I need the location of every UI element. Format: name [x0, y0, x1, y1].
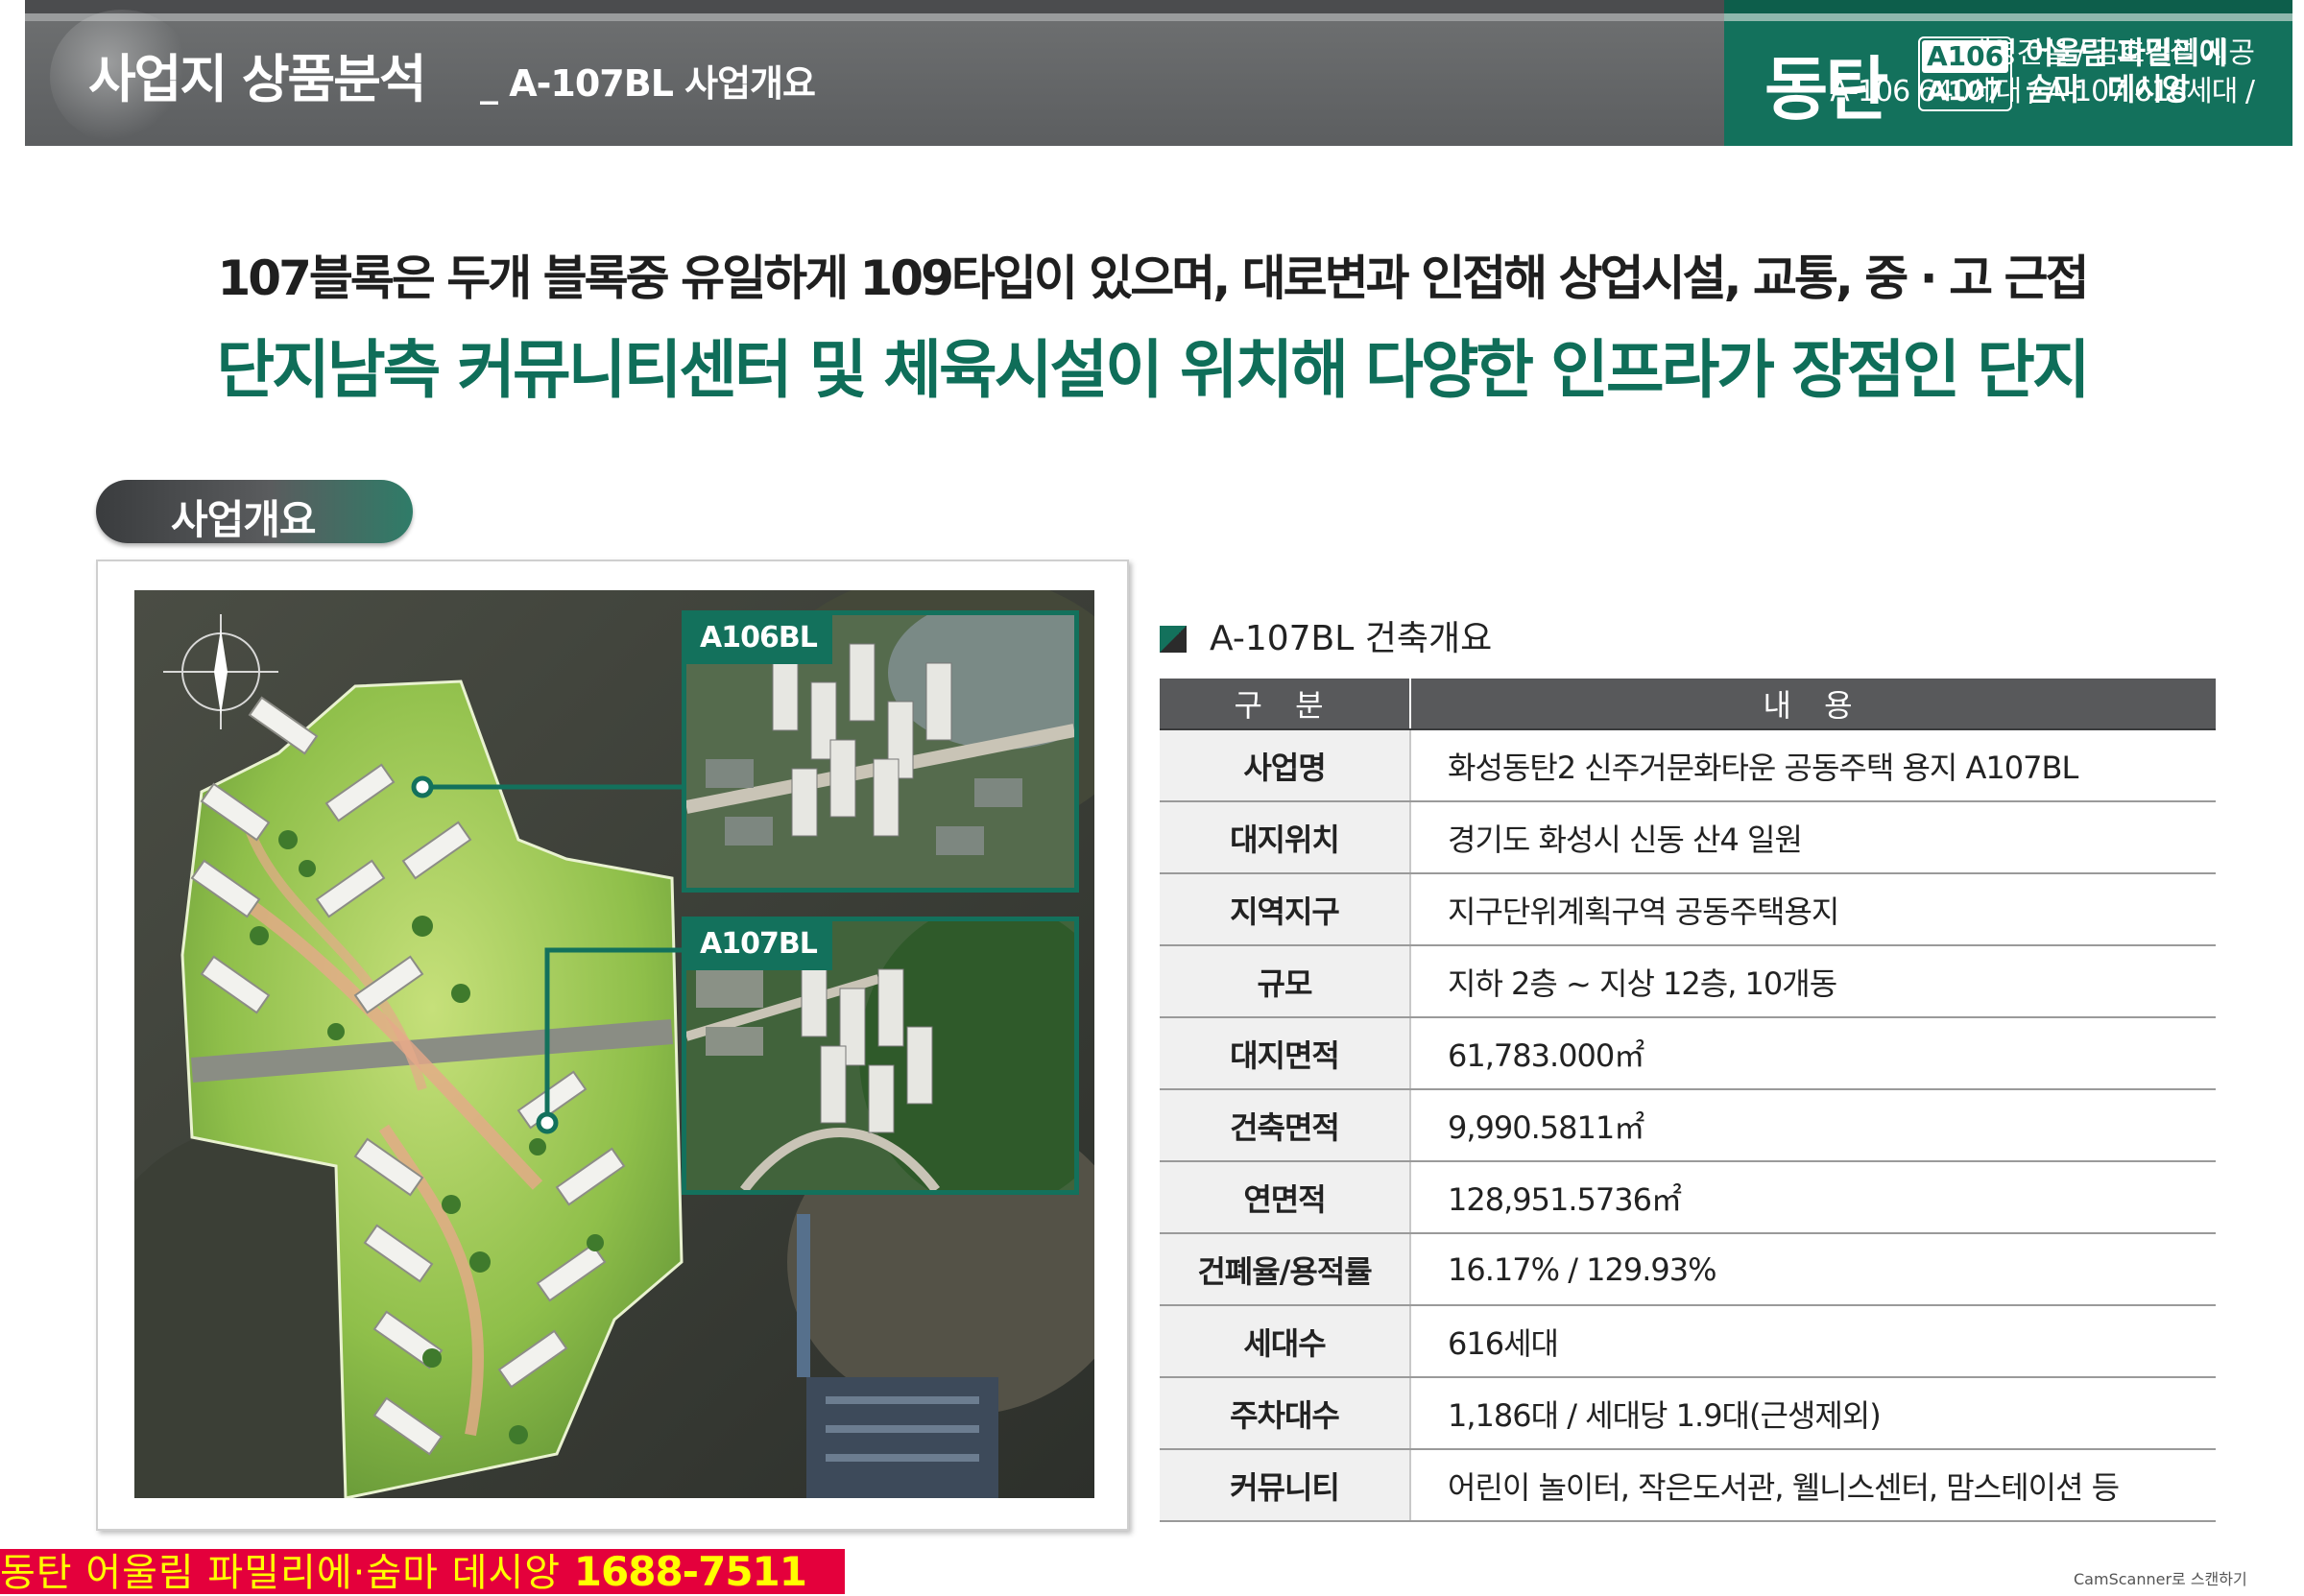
table-row: 규모 지하 2층 ~ 지상 12층, 10개동 [1160, 945, 2216, 1018]
row-value: 경기도 화성시 신동 산4 일원 [1410, 801, 2216, 874]
brand-code-a107: A107 [1926, 75, 2004, 107]
phone-number[interactable]: 1688-7511 [574, 1548, 807, 1595]
spec-table: 구 분 내 용 사업명 화성동탄2 신주거문화타운 공동주택 용지 A107BL … [1160, 679, 2216, 1522]
row-label: 커뮤니티 [1160, 1449, 1411, 1522]
row-value: 128,951.5736㎡ [1410, 1161, 2216, 1234]
inset-a106bl: A106BL [682, 610, 1079, 893]
row-label: 세대수 [1160, 1305, 1411, 1378]
row-value: 61,783.000㎡ [1410, 1017, 2216, 1090]
table-row: 대지면적 61,783.000㎡ [1160, 1017, 2216, 1090]
headline-line-2: 단지남측 커뮤니티센터 및 체육시설이 위치해 다양한 인프라가 장점인 단지 [216, 333, 2090, 407]
row-label: 주차대수 [1160, 1377, 1411, 1450]
banner-text: 동탄 어울림 파밀리에·숨마 데시앙 [0, 1551, 562, 1595]
page-subtitle: _ A-107BL 사업개요 [480, 62, 816, 105]
table-row: 건폐율/용적률 16.17% / 129.93% [1160, 1233, 2216, 1306]
brand-logo-main: 동탄 [1764, 49, 1888, 130]
page-title: 사업지 상품분석 [88, 49, 427, 109]
row-label: 사업명 [1160, 729, 1411, 802]
spec-heading: A-107BL 건축개요 [1160, 610, 1492, 660]
row-label: 건축면적 [1160, 1089, 1411, 1162]
table-row: 세대수 616세대 [1160, 1305, 2216, 1378]
spec-heading-text: A-107BL 건축개요 [1210, 619, 1493, 658]
contact-banner[interactable]: 동탄 어울림 파밀리에·숨마 데시앙 1688-7511 [0, 1548, 845, 1595]
row-value: 어린이 놀이터, 작은도서관, 웰니스센터, 맘스테이션 등 [1410, 1449, 2216, 1522]
brand-name: 어울림 파밀리에 숨마 데시앙 [2026, 35, 2227, 107]
row-label: 건폐율/용적률 [1160, 1233, 1411, 1306]
row-value: 화성동탄2 신주거문화타운 공동주택 용지 A107BL [1410, 729, 2216, 802]
inset-a107bl-label: A107BL [686, 921, 832, 970]
row-value: 지구단위계획구역 공동주택용지 [1410, 873, 2216, 946]
row-value: 1,186대 / 세대당 1.9대(근생제외) [1410, 1377, 2216, 1450]
brand-name-line-2: 숨마 데시앙 [2026, 71, 2190, 107]
section-pill-label: 사업개요 [171, 496, 317, 543]
brand-name-line-1: 어울림 파밀리에 [2026, 35, 2227, 71]
table-row: 연면적 128,951.5736㎡ [1160, 1161, 2216, 1234]
table-row: 사업명 화성동탄2 신주거문화타운 공동주택 용지 A107BL [1160, 729, 2216, 802]
table-row: 건축면적 9,990.5811㎡ [1160, 1089, 2216, 1162]
table-row: 대지위치 경기도 화성시 신동 산4 일원 [1160, 801, 2216, 874]
headline-line-1: 107블록은 두개 블록중 유일하게 109타입이 있으며, 대로변과 인접해 … [217, 250, 2089, 306]
table-row: 커뮤니티 어린이 놀이터, 작은도서관, 웰니스센터, 맘스테이션 등 [1160, 1449, 2216, 1522]
column-header-content: 내 용 [1410, 679, 2216, 730]
heading-square-icon [1160, 626, 1187, 653]
section-pill: 사업개요 [96, 480, 413, 543]
row-value: 9,990.5811㎡ [1410, 1089, 2216, 1162]
table-row: 주차대수 1,186대 / 세대당 1.9대(근생제외) [1160, 1377, 2216, 1450]
brand-code-a106: A106 [1922, 40, 2008, 73]
row-label: 대지위치 [1160, 801, 1411, 874]
table-row: 지역지구 지구단위계획구역 공동주택용지 [1160, 873, 2216, 946]
brand-code-box: A106 A107 [1918, 36, 2012, 111]
row-label: 규모 [1160, 945, 1411, 1018]
inset-a107bl: A107BL [682, 917, 1079, 1195]
row-label: 대지면적 [1160, 1017, 1411, 1090]
row-label: 연면적 [1160, 1161, 1411, 1234]
row-value: 616세대 [1410, 1305, 2216, 1378]
row-value: 지하 2층 ~ 지상 12층, 10개동 [1410, 945, 2216, 1018]
row-value: 16.17% / 129.93% [1410, 1233, 2216, 1306]
inset-a106bl-label: A106BL [686, 615, 832, 664]
column-header-category: 구 분 [1160, 679, 1411, 730]
row-label: 지역지구 [1160, 873, 1411, 946]
spec-table-header: 구 분 내 용 [1160, 679, 2216, 730]
scanner-watermark: CamScanner로 스캔하기 [2074, 1570, 2247, 1588]
